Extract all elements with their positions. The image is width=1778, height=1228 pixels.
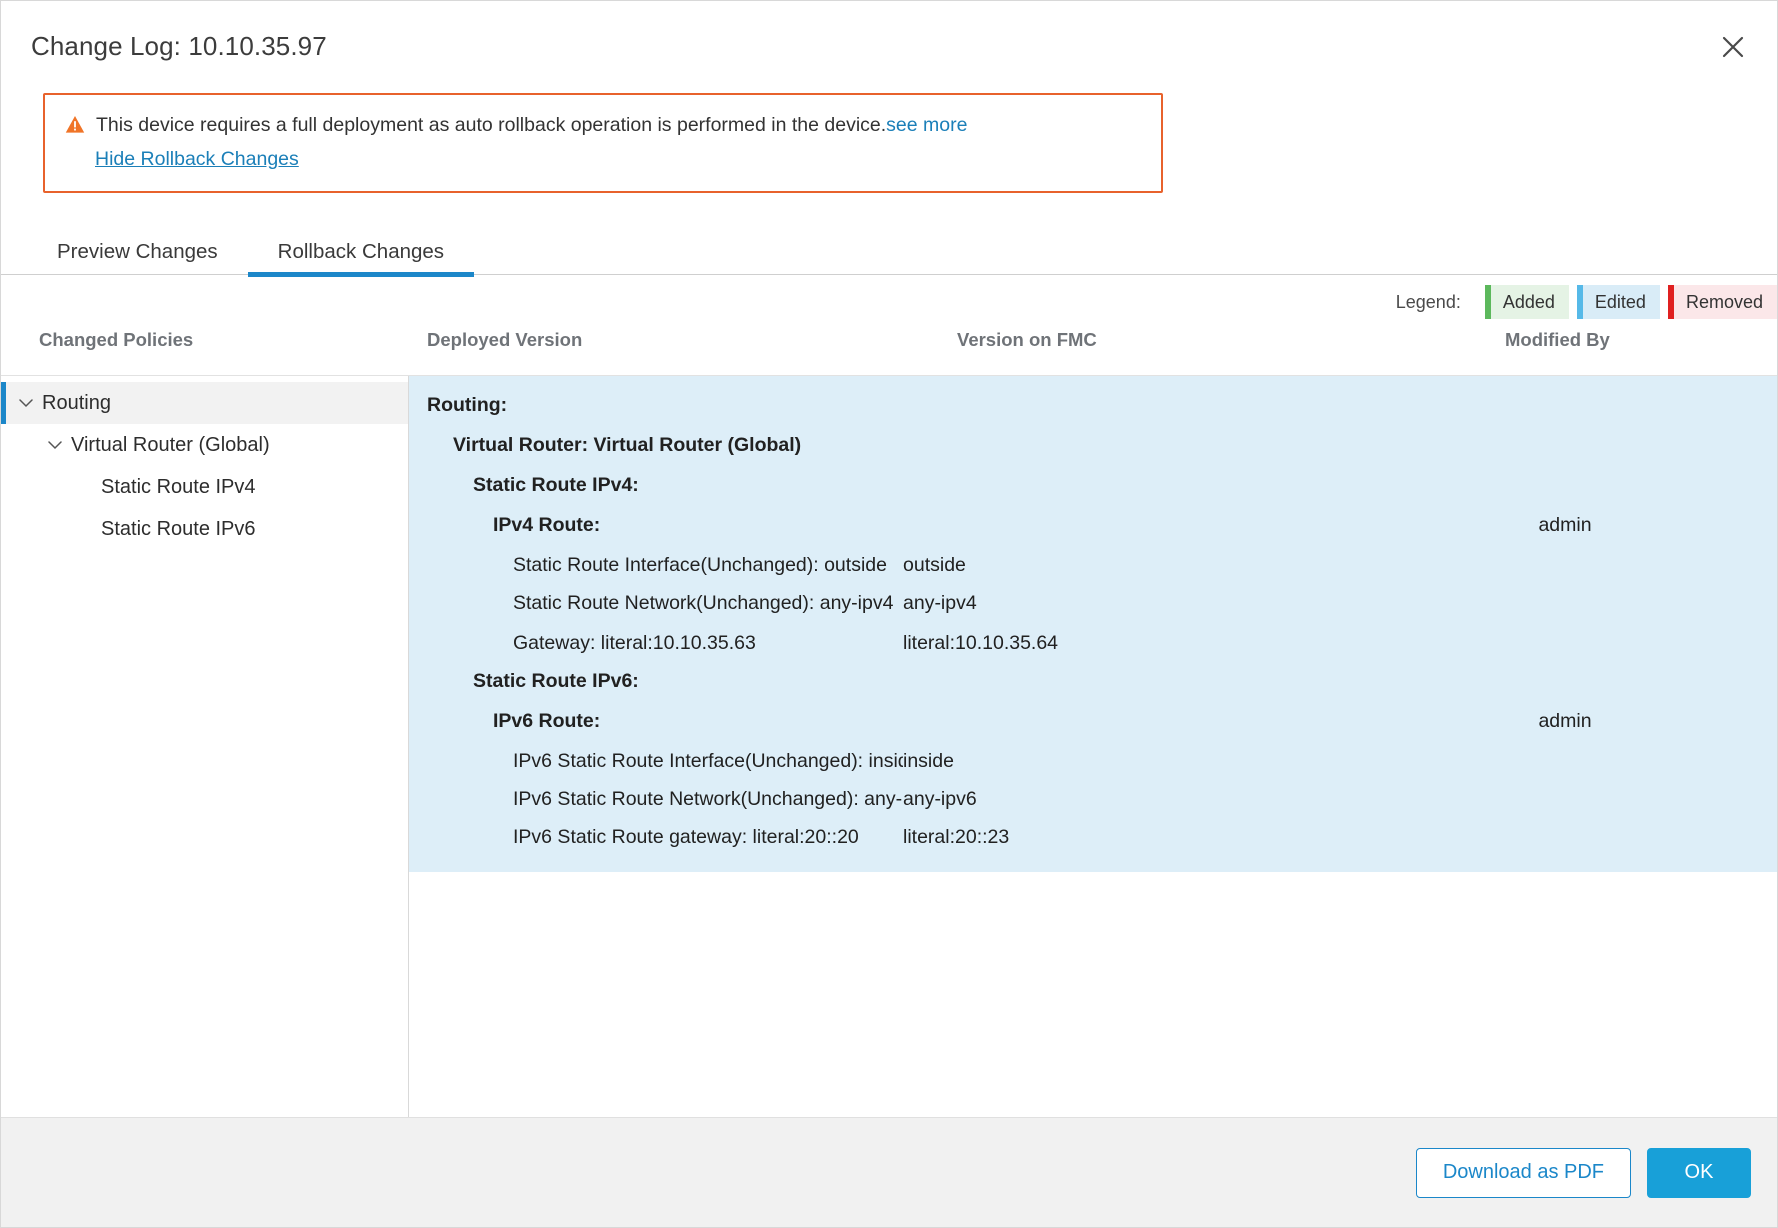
table-row: IPv6 Static Route Network(Unchanged): an… (409, 780, 1777, 818)
deployed-value: Gateway: literal:10.10.35.63 (513, 633, 756, 654)
fmc-value: any-ipv4 (903, 593, 977, 614)
deployed-value: IPv6 Static Route gateway: literal:20::2… (513, 827, 859, 848)
chevron-down-icon[interactable] (15, 398, 37, 408)
table-row: Routing: (409, 386, 1777, 424)
modified-by-value: admin (1538, 513, 1592, 536)
fmc-value: literal:20::23 (903, 827, 1010, 848)
legend-bar-removed (1667, 285, 1674, 320)
modified-by-value: admin (1538, 709, 1592, 732)
tab-rollback-changes[interactable]: Rollback Changes (247, 241, 475, 277)
table-row: Virtual Router: Virtual Router (Global) (409, 426, 1777, 464)
table-row: IPv6 Static Route Interface(Unchanged): … (409, 742, 1777, 780)
tree-item-label: Static Route IPv6 (101, 517, 256, 540)
tree-item-static-route-ipv6[interactable]: Static Route IPv6 (1, 508, 408, 550)
column-header-deployed-version: Deployed Version (427, 329, 583, 351)
chevron-down-icon[interactable] (44, 440, 66, 450)
deployed-value: Static Route IPv4: (473, 475, 639, 496)
see-more-link[interactable]: see more (886, 114, 967, 136)
warning-message: This device requires a full deployment a… (96, 114, 887, 136)
legend-text-added: Added (1502, 291, 1555, 312)
column-header-row: Changed Policies Deployed Version Versio… (1, 329, 1777, 375)
dialog-body: Routing Virtual Router (Global) Static R… (1, 375, 1777, 1117)
table-row: Static Route Interface(Unchanged): outsi… (409, 546, 1777, 584)
deployed-value: IPv6 Static Route Network(Unchanged): an… (513, 789, 903, 810)
tree-item-routing[interactable]: Routing (1, 382, 408, 425)
fmc-value: inside (903, 751, 954, 772)
deployed-value: Routing: (427, 395, 508, 416)
diff-content-panel: Routing: Virtual Router: Virtual Router … (409, 376, 1777, 1117)
table-row: IPv6 Route: admin (409, 702, 1777, 740)
column-header-changed-policies: Changed Policies (39, 329, 194, 351)
tree-item-label: Static Route IPv4 (101, 475, 256, 498)
warning-banner-wrapper: This device requires a full deployment a… (1, 93, 1777, 194)
diff-highlight-block: Routing: Virtual Router: Virtual Router … (409, 376, 1777, 873)
table-row: Static Route IPv6: (409, 662, 1777, 700)
deployed-value: Static Route Interface(Unchanged): outsi… (513, 555, 887, 576)
download-as-pdf-button[interactable]: Download as PDF (1415, 1147, 1631, 1198)
table-row: Gateway: literal:10.10.35.63 literal:10.… (409, 624, 1777, 662)
table-row: Static Route IPv4: (409, 466, 1777, 504)
legend-bar-edited (1576, 285, 1583, 320)
tab-bar: Preview Changes Rollback Changes (1, 219, 1777, 277)
tree-item-label: Virtual Router (Global) (71, 433, 270, 456)
page-title: Change Log: 10.10.35.97 (31, 31, 327, 61)
fmc-value: literal:10.10.35.64 (903, 633, 1059, 654)
deployed-value: IPv6 Static Route Interface(Unchanged): … (513, 751, 903, 772)
legend-chip-removed: Removed (1667, 285, 1777, 320)
tree-item-label: Routing (42, 391, 111, 414)
table-row: IPv6 Static Route gateway: literal:20::2… (409, 818, 1777, 856)
tab-preview-changes[interactable]: Preview Changes (27, 241, 248, 275)
rollback-warning-banner: This device requires a full deployment a… (43, 93, 1163, 194)
legend-chip-added: Added (1484, 285, 1569, 320)
deployed-value: Static Route Network(Unchanged): any-ipv… (513, 593, 894, 614)
warning-triangle-icon (65, 115, 85, 140)
deployed-value: IPv6 Route: (493, 711, 601, 732)
changed-policies-tree: Routing Virtual Router (Global) Static R… (1, 376, 409, 1117)
legend: Legend: Added Edited Removed (1, 275, 1777, 329)
close-icon[interactable] (1711, 25, 1755, 69)
tree-item-virtual-router-global[interactable]: Virtual Router (Global) (1, 424, 408, 466)
deployed-value: IPv4 Route: (493, 515, 601, 536)
legend-text-removed: Removed (1685, 291, 1763, 312)
deployed-value: Static Route IPv6: (473, 671, 639, 692)
fmc-value: outside (903, 555, 966, 576)
legend-label: Legend: (1395, 291, 1461, 312)
hide-rollback-changes-link[interactable]: Hide Rollback Changes (95, 148, 299, 171)
legend-chip-edited: Edited (1576, 285, 1660, 320)
tree-item-static-route-ipv4[interactable]: Static Route IPv4 (1, 466, 408, 508)
dialog-header: Change Log: 10.10.35.97 (1, 1, 1777, 93)
deployed-value: Virtual Router: Virtual Router (Global) (453, 435, 802, 456)
column-header-version-on-fmc: Version on FMC (957, 329, 1097, 351)
column-header-modified-by: Modified By (1505, 329, 1610, 351)
legend-bar-added (1484, 285, 1491, 320)
change-log-dialog: Change Log: 10.10.35.97 This device requ… (0, 0, 1778, 1228)
table-row: IPv4 Route: admin (409, 506, 1777, 544)
legend-text-edited: Edited (1594, 291, 1646, 312)
dialog-footer: Download as PDF OK (1, 1117, 1777, 1227)
fmc-value: any-ipv6 (903, 789, 977, 810)
ok-button[interactable]: OK (1647, 1147, 1751, 1198)
table-row: Static Route Network(Unchanged): any-ipv… (409, 584, 1777, 622)
